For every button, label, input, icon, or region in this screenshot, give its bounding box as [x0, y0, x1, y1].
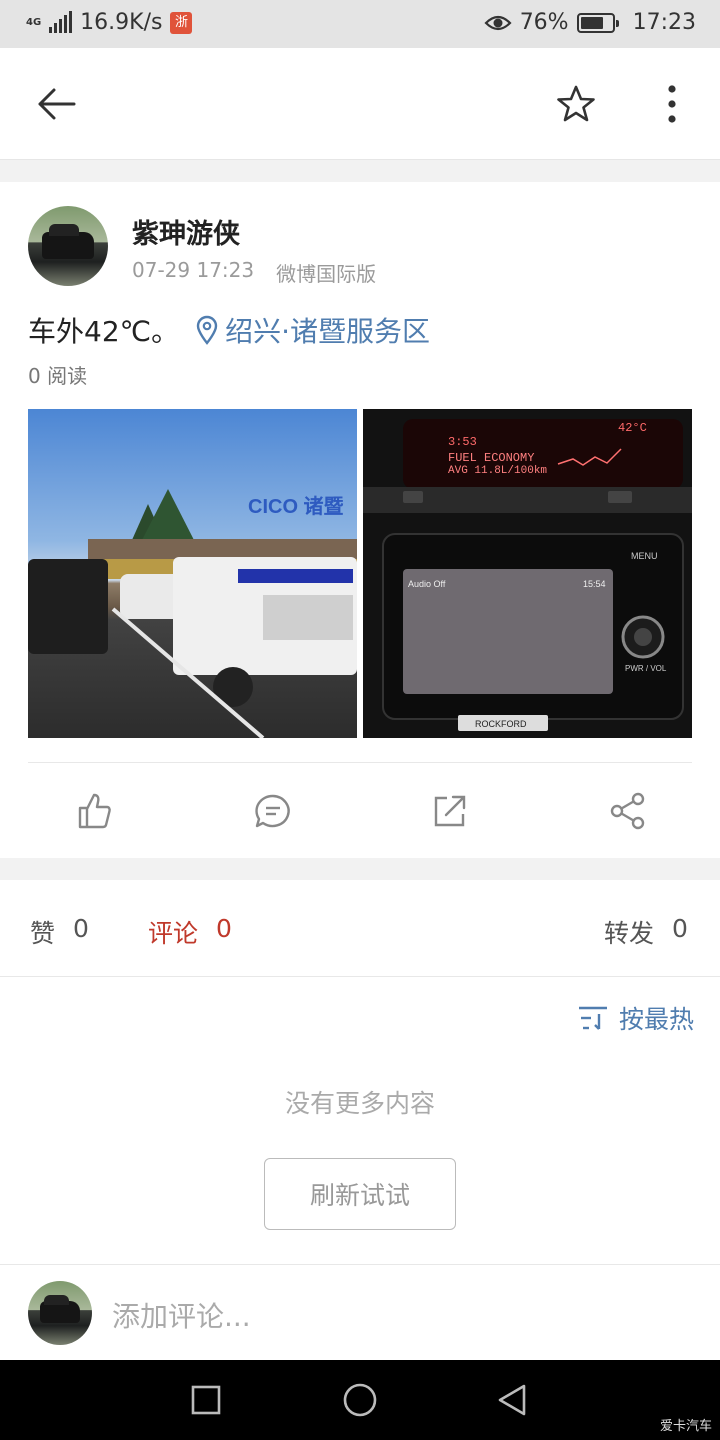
- network-speed: 16.9K/s: [80, 10, 163, 35]
- recent-apps-button[interactable]: [178, 1374, 234, 1426]
- screen-label: Audio Off: [408, 579, 446, 589]
- like-button[interactable]: [64, 782, 124, 840]
- clock: 17:23: [632, 10, 696, 35]
- likes-count: 0: [73, 914, 89, 943]
- signal-icon: [49, 10, 73, 33]
- reposts-count: 0: [672, 914, 688, 943]
- post-meta: 07-29 17:23 微博国际版: [132, 258, 376, 287]
- comments-tab[interactable]: 评论 0: [148, 914, 232, 950]
- avatar: [28, 1281, 92, 1345]
- location-link[interactable]: 绍兴·诸暨服务区: [195, 310, 430, 350]
- post-content: 车外42℃。: [28, 315, 180, 348]
- comments-label: 评论: [148, 919, 199, 948]
- comment-input[interactable]: 添加评论...: [112, 1295, 251, 1335]
- location-label: 绍兴·诸暨服务区: [225, 315, 430, 348]
- circle-icon: [343, 1383, 377, 1417]
- repost-button[interactable]: [420, 782, 480, 840]
- read-count: 0 阅读: [28, 364, 88, 388]
- post-actions: [0, 782, 720, 840]
- app-notification-icon: 浙: [170, 11, 193, 34]
- author-name[interactable]: 紫珅游侠: [132, 212, 240, 251]
- repost-icon: [434, 795, 466, 827]
- back-nav-button[interactable]: [484, 1374, 540, 1426]
- comment-icon: [255, 794, 290, 828]
- dash-line1: FUEL ECONOMY: [448, 451, 534, 465]
- sort-label: 按最热: [618, 1005, 694, 1034]
- system-nav-bar: 爱卡汽车: [0, 1360, 720, 1440]
- menu-label: MENU: [631, 551, 658, 561]
- status-bar: 4G 16.9K/s 浙 76% 17:23: [0, 0, 720, 48]
- divider: [0, 976, 720, 977]
- star-outline-icon: [557, 85, 595, 122]
- divider: [28, 762, 692, 763]
- comment-button[interactable]: [243, 782, 303, 840]
- battery-percent: 76%: [519, 10, 569, 35]
- dash-line2: AVG 11.8L/100km: [448, 465, 547, 477]
- likes-label: 赞: [30, 919, 56, 948]
- location-pin-icon: [196, 315, 218, 345]
- avatar[interactable]: [28, 206, 108, 286]
- empty-message: 没有更多内容: [284, 1089, 435, 1118]
- brand-label: ROCKFORD: [475, 719, 527, 729]
- like-icon: [78, 793, 111, 829]
- favorite-button[interactable]: [550, 78, 602, 130]
- reposts-label: 转发: [604, 919, 655, 948]
- knob-label: PWR / VOL: [625, 664, 667, 673]
- screen-time: 15:54: [583, 579, 606, 589]
- reposts-tab[interactable]: 转发 0: [604, 914, 688, 950]
- top-bar: [0, 48, 720, 160]
- post-date: 07-29 17:23: [132, 258, 255, 282]
- network-type: 4G: [26, 16, 42, 28]
- battery-icon: [576, 12, 619, 33]
- post-source: 微博国际版: [276, 262, 377, 286]
- post-text: 车外42℃。 绍兴·诸暨服务区: [28, 310, 430, 350]
- more-button[interactable]: [648, 78, 696, 130]
- service-area-photo[interactable]: CICO 诸暨: [28, 409, 357, 738]
- eye-icon: [484, 15, 512, 30]
- home-button[interactable]: [332, 1374, 388, 1426]
- square-icon: [191, 1385, 221, 1415]
- arrow-left-icon: [38, 88, 76, 120]
- watermark: 爱卡汽车: [659, 1419, 712, 1434]
- dash-clock: 3:53: [448, 435, 477, 449]
- comment-bar: 添加评论...: [0, 1264, 720, 1360]
- dash-temp: 42°C: [618, 421, 647, 435]
- sort-button[interactable]: 按最热: [577, 1000, 694, 1036]
- sort-icon: [578, 1006, 607, 1030]
- back-button[interactable]: [28, 78, 84, 130]
- sign-text: CICO 诸暨: [248, 495, 344, 518]
- car-dashboard-photo[interactable]: 3:53 42°C FUEL ECONOMY AVG 11.8L/100km A…: [363, 409, 692, 738]
- share-button[interactable]: [598, 782, 658, 840]
- share-icon: [610, 792, 645, 830]
- triangle-back-icon: [498, 1384, 526, 1416]
- post-card: 紫珅游侠 07-29 17:23 微博国际版 车外42℃。 绍兴·诸暨服务区 0…: [0, 182, 720, 858]
- more-vertical-icon: [668, 85, 676, 123]
- refresh-button[interactable]: 刷新试试: [264, 1158, 456, 1230]
- interaction-section: 赞 0 评论 0 转发 0 按最热 没有更多内容 刷新试试: [0, 880, 720, 1264]
- comments-count: 0: [216, 914, 232, 943]
- likes-tab[interactable]: 赞 0: [30, 914, 89, 950]
